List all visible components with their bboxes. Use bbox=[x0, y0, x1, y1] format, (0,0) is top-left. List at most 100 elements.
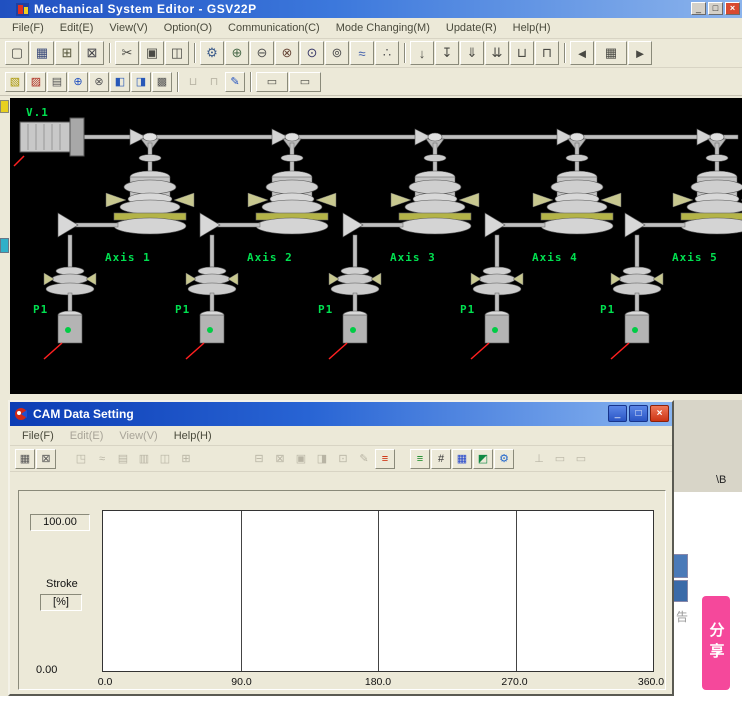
menu-edit[interactable]: Edit(E) bbox=[52, 20, 102, 36]
zoom-button[interactable]: ⊕ bbox=[68, 72, 88, 92]
toolbar-button-icon: ⊔ bbox=[517, 45, 527, 61]
pencil-button[interactable]: ✎ bbox=[225, 72, 245, 92]
new-button[interactable]: ▢ bbox=[5, 41, 29, 65]
y-axis-title: Stroke bbox=[46, 578, 78, 590]
axis-unit-1 bbox=[44, 129, 194, 359]
cam-stroke-list-button[interactable]: ≡ bbox=[410, 449, 430, 469]
cam-minimize-button[interactable]: _ bbox=[608, 405, 627, 422]
toolbar-button-icon: ∴ bbox=[383, 45, 391, 61]
monitor-a-button[interactable]: ▭ bbox=[256, 72, 288, 92]
mechanical-diagram-canvas[interactable]: V.1 Axis 1 Axis 2 Axis 3 Axis 4 Axis 5 P… bbox=[10, 98, 742, 394]
bracket-2-button[interactable]: ⊓ bbox=[535, 41, 559, 65]
menu-option[interactable]: Option(O) bbox=[156, 20, 220, 36]
doc-button[interactable]: ▤ bbox=[47, 72, 67, 92]
cam-draw-button[interactable]: ✎ bbox=[354, 449, 374, 469]
cam-maximize-button[interactable]: □ bbox=[629, 405, 648, 422]
mech-cam-button[interactable]: ⊙ bbox=[300, 41, 324, 65]
cam-add-button[interactable]: ⊞ bbox=[176, 449, 196, 469]
window-view-button[interactable]: ◨ bbox=[131, 72, 151, 92]
prev-page-button[interactable]: ◄ bbox=[570, 41, 594, 65]
paste-button[interactable]: ◫ bbox=[165, 41, 189, 65]
mech-output-button[interactable]: ⊚ bbox=[325, 41, 349, 65]
split-view-button[interactable]: ◧ bbox=[110, 72, 130, 92]
cam-copy-button[interactable]: ◫ bbox=[155, 449, 175, 469]
bracket-1-button[interactable]: ⊔ bbox=[510, 41, 534, 65]
cam-print-button[interactable]: ⊠ bbox=[36, 449, 56, 469]
cam-shift-button[interactable]: ⊡ bbox=[333, 449, 353, 469]
link-button[interactable]: ⊗ bbox=[89, 72, 109, 92]
palette-button[interactable]: ▧ bbox=[5, 72, 25, 92]
minimize-button[interactable]: _ bbox=[691, 2, 706, 15]
close-button[interactable]: × bbox=[725, 2, 740, 15]
cam-table-button[interactable]: ▤ bbox=[113, 449, 133, 469]
cam-table2-button[interactable]: ▦ bbox=[452, 449, 472, 469]
axis-5-label: Axis 5 bbox=[672, 251, 718, 264]
download-4-button[interactable]: ⇊ bbox=[485, 41, 509, 65]
menu-view[interactable]: View(V) bbox=[101, 20, 155, 36]
cam-undo-button[interactable]: ◳ bbox=[71, 449, 91, 469]
toolbar-button-icon: ► bbox=[634, 46, 647, 61]
menu-help[interactable]: Help(H) bbox=[505, 20, 559, 36]
download-2-button[interactable]: ↧ bbox=[435, 41, 459, 65]
download-3-button[interactable]: ⇓ bbox=[460, 41, 484, 65]
cam-export-button[interactable]: ⊟ bbox=[249, 449, 269, 469]
cascade-button[interactable]: ▩ bbox=[152, 72, 172, 92]
wave-button[interactable]: ≈ bbox=[350, 41, 374, 65]
toolbar-button-icon: ⊙ bbox=[307, 45, 318, 61]
option-2-button[interactable]: ⊓ bbox=[204, 72, 224, 92]
axis-unit-5 bbox=[611, 129, 742, 359]
cam-curve-button[interactable]: ≈ bbox=[92, 449, 112, 469]
menu-communication[interactable]: Communication(C) bbox=[220, 20, 328, 36]
toolbar-button-icon: ◄ bbox=[576, 46, 589, 61]
cam-mirror-button[interactable]: ◨ bbox=[312, 449, 332, 469]
toolbar-button-icon: ⇊ bbox=[492, 45, 503, 61]
cam-settings-button[interactable]: ⚙ bbox=[494, 449, 514, 469]
mech-shaft-button[interactable]: ⊖ bbox=[250, 41, 274, 65]
print-button[interactable]: ⊠ bbox=[80, 41, 104, 65]
mech-gear-button[interactable]: ⊕ bbox=[225, 41, 249, 65]
cut-button[interactable]: ✂ bbox=[115, 41, 139, 65]
monitor-b-button[interactable]: ▭ bbox=[289, 72, 321, 92]
maximize-button[interactable]: □ bbox=[708, 2, 723, 15]
background-webpage: 告 分享 bbox=[666, 492, 742, 704]
p1-label-5: P1 bbox=[600, 303, 615, 316]
menu-mode-changing[interactable]: Mode Changing(M) bbox=[328, 20, 438, 36]
cam-points-button[interactable]: # bbox=[431, 449, 451, 469]
pattern-button[interactable]: ∴ bbox=[375, 41, 399, 65]
download-1-button[interactable]: ↓ bbox=[410, 41, 434, 65]
brush-button[interactable]: ▨ bbox=[26, 72, 46, 92]
cam-edit-point-button[interactable]: ▣ bbox=[291, 449, 311, 469]
x-tick-label: 0.0 bbox=[88, 676, 122, 688]
toolbar-button-icon: ▣ bbox=[146, 45, 158, 61]
cam-data-list-button[interactable]: ≡ bbox=[375, 449, 395, 469]
cam-menu-file[interactable]: File(F) bbox=[14, 428, 62, 444]
cam-stroke-plot[interactable] bbox=[102, 510, 654, 672]
cam-menu-help[interactable]: Help(H) bbox=[166, 428, 220, 444]
toolbar-button-icon: ▢ bbox=[11, 45, 23, 61]
cam-menu-edit[interactable]: Edit(E) bbox=[62, 428, 112, 444]
toolbar-button-icon: ⊥ bbox=[534, 452, 544, 465]
toolbar-button-icon: ▤ bbox=[118, 452, 128, 465]
option-1-button[interactable]: ⊔ bbox=[183, 72, 203, 92]
cam-tool3-button[interactable]: ▭ bbox=[571, 449, 591, 469]
cam-grid-button[interactable]: ▥ bbox=[134, 449, 154, 469]
next-page-button[interactable]: ► bbox=[628, 41, 652, 65]
cam-tool1-button[interactable]: ⊥ bbox=[529, 449, 549, 469]
cam-tool2-button[interactable]: ▭ bbox=[550, 449, 570, 469]
cam-area-button[interactable]: ◩ bbox=[473, 449, 493, 469]
cam-save-button[interactable]: ▦ bbox=[15, 449, 35, 469]
cam-menu-view[interactable]: View(V) bbox=[111, 428, 165, 444]
copy-button[interactable]: ▣ bbox=[140, 41, 164, 65]
sheet-button[interactable]: ▦ bbox=[595, 41, 627, 65]
mech-clutch-button[interactable]: ⊗ bbox=[275, 41, 299, 65]
menu-file[interactable]: File(F) bbox=[4, 20, 52, 36]
share-button[interactable]: 分享 bbox=[702, 596, 730, 690]
menu-update[interactable]: Update(R) bbox=[438, 20, 505, 36]
save-button[interactable]: ▦ bbox=[30, 41, 54, 65]
cam-import-button[interactable]: ⊠ bbox=[270, 449, 290, 469]
cam-close-button[interactable]: × bbox=[650, 405, 669, 422]
y-axis-unit-label: [%] bbox=[40, 594, 82, 611]
export-button[interactable]: ⊞ bbox=[55, 41, 79, 65]
toolbar-button-icon: ≡ bbox=[382, 453, 388, 465]
mech-motor-button[interactable]: ⚙ bbox=[200, 41, 224, 65]
